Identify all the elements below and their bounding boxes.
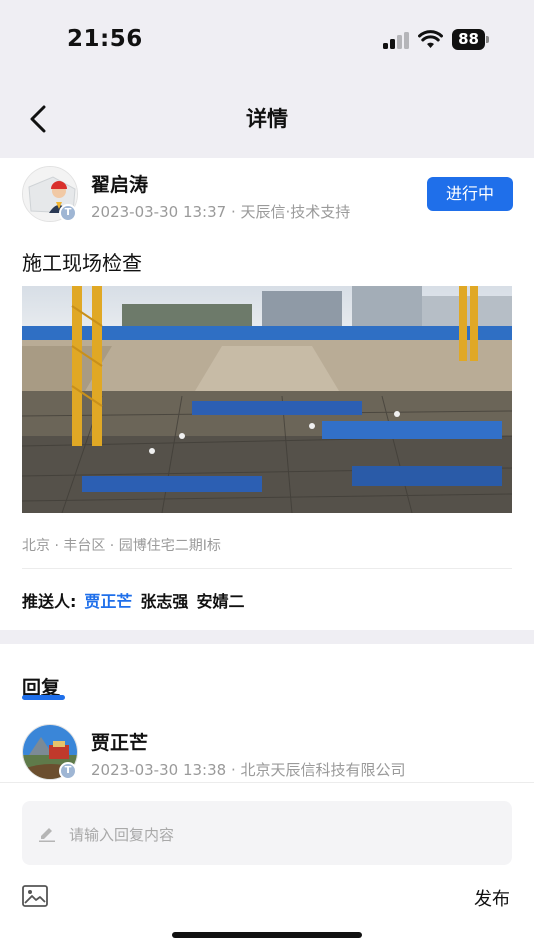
construction-site-photo[interactable] (22, 286, 512, 513)
reply-composer: 请输入回复内容 发布 (0, 782, 534, 950)
nav-bar: 详情 (0, 80, 534, 158)
location-text: 北京 · 丰台区 · 园博住宅二期I标 (22, 538, 221, 554)
back-icon[interactable] (24, 104, 54, 134)
publish-button[interactable]: 发布 (474, 885, 510, 911)
divider (22, 568, 512, 569)
image-icon[interactable] (22, 885, 48, 907)
battery-icon: 88 (452, 29, 489, 50)
push-label: 推送人: (22, 592, 77, 611)
status-badge[interactable]: 进行中 (427, 177, 513, 211)
role-badge: T (59, 204, 77, 222)
push-recipients: 推送人: 贾正芒 张志强 安婧二 (22, 588, 252, 612)
page-title: 详情 (246, 107, 288, 131)
reply-org: 北京天辰信科技有限公司 (240, 761, 406, 779)
reply-author-name: 贾正芒 (91, 732, 149, 754)
post-title: 施工现场检查 (22, 251, 142, 275)
status-bar: 21:56 88 (0, 0, 534, 80)
clock: 21:56 (67, 26, 143, 52)
pencil-icon (39, 828, 55, 842)
recipient-3[interactable]: 安婧二 (196, 592, 244, 611)
battery-level: 88 (452, 29, 485, 50)
reply-placeholder: 请输入回复内容 (69, 826, 175, 844)
reply-meta: 2023-03-30 13:38 · 北京天辰信科技有限公司 (91, 761, 406, 779)
cellular-signal-icon (383, 32, 409, 49)
recipient-1[interactable]: 贾正芒 (84, 592, 132, 611)
author-org: 天辰信·技术支持 (240, 203, 351, 221)
post-card: T 翟启涛 2023-03-30 13:37 · 天辰信·技术支持 进行中 施工… (0, 158, 534, 630)
post-timestamp: 2023-03-30 13:37 (91, 203, 227, 221)
recipient-2[interactable]: 张志强 (140, 592, 188, 611)
section-gap (0, 630, 534, 644)
author-meta: 2023-03-30 13:37 · 天辰信·技术支持 (91, 203, 351, 221)
reply-role-badge: T (59, 762, 77, 780)
reply-timestamp: 2023-03-30 13:38 (91, 761, 227, 779)
construction-photo-image (22, 286, 512, 513)
wifi-icon (418, 30, 443, 48)
author-name: 翟启涛 (91, 174, 149, 196)
reply-heading-underline (22, 695, 65, 700)
reply-section: 回复 T 贾正芒 2023-03-30 13:38 · 北京天辰信科技有限公司 (0, 644, 534, 782)
home-indicator (172, 932, 362, 938)
